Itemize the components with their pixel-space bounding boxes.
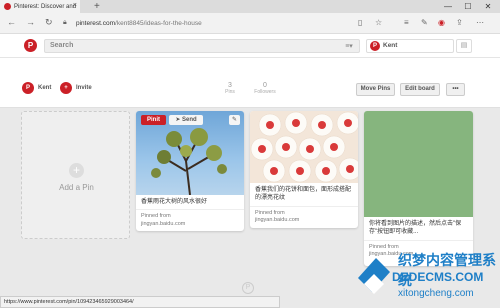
browser-tab[interactable]: Pinterest: Discover and × [0,0,80,13]
pinned-from-label: Pinned from [255,209,285,216]
pin-source-domain: jingyan.baidu.com [141,221,186,228]
browser-nav-bar: ← → ↻ 🔒︎ pinterest.com/kent8845/ideas-fo… [0,13,500,34]
pin-image[interactable]: Pinit ➤ Send ✎ [136,111,244,195]
favorite-star-icon[interactable]: ☆ [375,18,382,27]
watermark: 织梦内容管理系统 DEDECMS.COM xitongcheng.com [352,248,500,308]
pins-count: 3 [228,82,232,89]
note-icon[interactable]: ✎ [421,18,428,27]
pinterest-favicon-icon [4,3,11,10]
back-arrow-icon[interactable]: ← [7,17,16,27]
browser-tab-bar: Pinterest: Discover and × + — ☐ ✕ [0,0,500,13]
send-button[interactable]: ➤ Send [169,115,203,125]
add-pin-label: Add a Pin [59,183,94,192]
pinterest-header: P Search ≡▾ P Kent ▤ [0,34,500,58]
lock-icon: 🔒︎ [63,19,67,26]
pin-description: 香蕉雨花大树的风水很好 [141,199,208,205]
pin-source[interactable]: Pinned from jingyan.baidu.com [250,205,358,228]
move-pins-button[interactable]: Move Pins [356,83,395,96]
windows-logo-icon [358,258,390,294]
url-domain: pinterest.com [76,20,116,27]
tab-close-icon[interactable]: × [73,2,77,9]
invite-label: Invite [76,85,92,91]
pin-source-domain: jingyan.baidu.com [255,217,300,224]
invite-button[interactable]: + Invite [60,82,92,94]
hub-icon[interactable]: ≡ [404,18,409,27]
messages-icon[interactable]: ▤ [456,39,472,53]
edit-pin-icon[interactable]: ✎ [229,115,240,125]
pins-stat[interactable]: 3 Pins [210,82,250,95]
new-tab-button[interactable]: + [94,0,100,13]
refresh-icon[interactable]: ↻ [45,17,53,28]
pinterest-extension-icon[interactable]: ◉ [438,18,445,27]
more-options-button[interactable]: ••• [446,83,465,96]
edit-board-button[interactable]: Edit board [400,83,440,96]
window-close-button[interactable]: ✕ [478,0,498,13]
pin-card[interactable]: Pinit ➤ Send ✎ 香蕉雨花大树的风水很好 Pinned from j… [136,111,244,231]
pinned-from-label: Pinned from [141,213,171,220]
window-minimize-button[interactable]: — [438,0,458,13]
pinit-button[interactable]: Pinit [141,115,166,125]
watermark-line2: DEDECMS.COM [392,270,484,284]
send-label: Send [182,117,197,123]
pin-image-art [250,111,358,183]
share-icon[interactable]: ⇪ [456,18,463,27]
url-path: /kent8845/ideas-for-the-house [115,20,202,27]
tab-title: Pinterest: Discover and [14,3,77,10]
pin-image[interactable] [364,111,473,217]
pin-description: 你将看到图片的描述，然后点击"保存"按钮即可收藏... [369,221,462,236]
pin-description: 香蕉我们的花饼和面包，面形成搭配的漂亮花纹 [255,187,352,202]
board-toolbar: P Kent + Invite 3 Pins 0 Followers Move … [0,58,500,108]
user-profile-button[interactable]: P Kent [366,39,454,53]
reading-view-icon[interactable]: ▯ [358,18,362,27]
pin-source[interactable]: Pinned from jingyan.baidu.com [136,209,244,231]
avatar: P [22,82,34,94]
search-input[interactable]: Search ≡▾ [44,39,360,53]
add-icon: + [69,163,84,178]
search-placeholder: Search [50,42,74,49]
pinterest-footer-logo: P [242,282,254,294]
user-name: Kent [383,42,398,49]
pins-label: Pins [225,89,235,95]
followers-stat[interactable]: 0 Followers [245,82,285,95]
watermark-line3: xitongcheng.com [398,288,474,299]
pinterest-logo[interactable]: P [24,39,37,52]
invite-icon: + [60,82,72,94]
window-maximize-button[interactable]: ☐ [458,0,478,13]
followers-count: 0 [263,82,267,89]
pin-image[interactable] [250,111,358,183]
user-avatar-icon: P [370,41,380,51]
search-menu-icon[interactable]: ≡▾ [342,41,356,51]
followers-label: Followers [254,89,276,95]
add-pin-card[interactable]: + Add a Pin [21,111,130,239]
pin-card[interactable]: 你将看到图片的描述，然后点击"保存"按钮即可收藏... Pinned from … [364,111,473,266]
collaborator-name: Kent [38,85,52,91]
collaborator-kent[interactable]: P Kent [22,82,51,94]
forward-arrow-icon[interactable]: → [26,17,35,27]
status-bar-url: https://www.pinterest.com/pin/1094234659… [0,296,280,308]
more-icon[interactable]: ⋯ [476,18,484,27]
pin-card[interactable]: 香蕉我们的花饼和面包，面形成搭配的漂亮花纹 Pinned from jingya… [250,111,358,228]
address-bar[interactable]: pinterest.com/kent8845/ideas-for-the-hou… [76,17,366,30]
